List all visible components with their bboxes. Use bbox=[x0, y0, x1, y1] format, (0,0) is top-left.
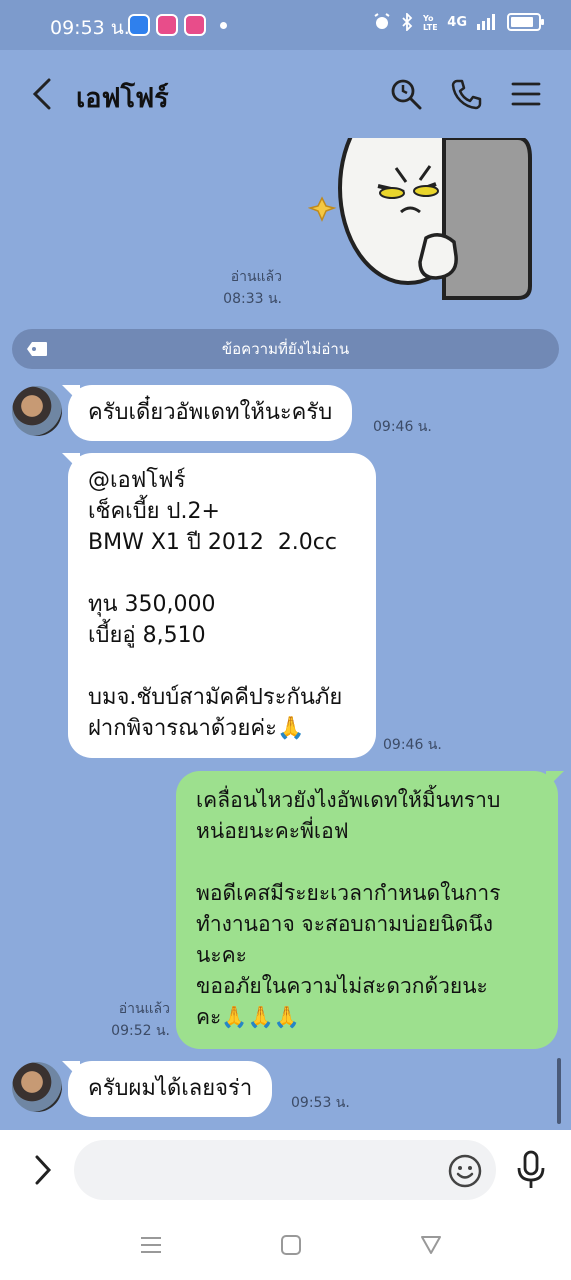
message-input[interactable] bbox=[74, 1140, 496, 1200]
message-time: 09:46 น. bbox=[383, 737, 442, 753]
avatar[interactable] bbox=[12, 1062, 62, 1112]
phone-icon bbox=[451, 79, 482, 110]
home-button[interactable] bbox=[276, 1230, 306, 1260]
read-time: 08:33 น. bbox=[223, 291, 282, 307]
message-time: 09:53 น. bbox=[291, 1095, 350, 1111]
back-icon bbox=[32, 78, 51, 110]
recent-apps-button[interactable] bbox=[136, 1230, 166, 1260]
chevron-right-icon bbox=[35, 1155, 52, 1185]
sticker-read-status: อ่านแล้ว 08:33 น. bbox=[222, 266, 282, 310]
app-notification-icon bbox=[184, 14, 206, 36]
system-icons: Yo LTE 4G bbox=[373, 13, 544, 31]
more-notifications-icon bbox=[220, 21, 227, 29]
triangle-icon bbox=[421, 1236, 441, 1254]
app-notification-icon bbox=[156, 14, 178, 36]
status-bar: 09:53 น. Yo LTE 4G bbox=[0, 0, 571, 50]
menu-icon bbox=[511, 82, 541, 106]
expand-button[interactable] bbox=[28, 1150, 58, 1190]
battery-icon bbox=[507, 13, 544, 31]
network-type: 4G bbox=[447, 14, 467, 30]
notification-icons bbox=[128, 14, 227, 36]
message-bubble[interactable]: ครับเดี๋ยวอัพเดทให้นะครับ bbox=[68, 385, 353, 441]
menu-button[interactable] bbox=[506, 74, 546, 114]
emoji-icon bbox=[448, 1154, 482, 1188]
outgoing-read-status: อ่านแล้ว 09:52 น. bbox=[96, 998, 170, 1042]
message-time: 09:46 น. bbox=[373, 419, 432, 435]
volte-icon: YoLTE bbox=[423, 14, 437, 31]
microphone-icon bbox=[517, 1150, 545, 1188]
voice-button[interactable] bbox=[514, 1150, 548, 1190]
search-button[interactable] bbox=[386, 74, 426, 114]
chat-area[interactable]: อ่านแล้ว 08:33 น. ข้อความที่ยังไม่อ่าน ค… bbox=[0, 138, 571, 1130]
alarm-icon bbox=[374, 13, 390, 29]
back-button[interactable] bbox=[24, 72, 60, 116]
svg-text:LTE: LTE bbox=[423, 23, 437, 31]
unread-label: ข้อความที่ยังไม่อ่าน bbox=[221, 340, 350, 358]
back-nav-button[interactable] bbox=[416, 1230, 446, 1260]
svg-text:Yo: Yo bbox=[423, 14, 434, 23]
system-nav-bar bbox=[0, 1210, 571, 1280]
read-label: อ่านแล้ว bbox=[230, 269, 282, 285]
message-bubble[interactable]: ครับผมได้เลยจร่า bbox=[68, 1061, 273, 1117]
square-icon bbox=[281, 1235, 301, 1255]
emoji-button[interactable] bbox=[448, 1154, 482, 1188]
signal-icon bbox=[477, 14, 495, 30]
call-button[interactable] bbox=[446, 74, 486, 114]
chat-title: เอฟโฟร์ bbox=[76, 83, 169, 114]
moon-sticker-icon bbox=[307, 138, 532, 300]
status-time: 09:53 น. bbox=[50, 17, 130, 39]
avatar[interactable] bbox=[12, 386, 62, 436]
tag-icon bbox=[27, 342, 47, 356]
chat-header: เอฟโฟร์ bbox=[0, 50, 571, 138]
input-bar bbox=[0, 1130, 571, 1210]
unread-divider: ข้อความที่ยังไม่อ่าน bbox=[12, 329, 559, 369]
bluetooth-icon bbox=[402, 13, 413, 31]
message-bubble[interactable]: เคลื่อนไหวยังไงอัพเดทให้มิ้นทราบ หน่อยนะ… bbox=[176, 771, 558, 1049]
chat-scrollbar[interactable] bbox=[557, 1058, 561, 1124]
read-label: อ่านแล้ว bbox=[118, 1001, 170, 1017]
sticker-image[interactable] bbox=[307, 138, 538, 303]
menu-lines-icon bbox=[141, 1237, 161, 1253]
search-icon bbox=[391, 79, 422, 110]
read-time: 09:52 น. bbox=[111, 1023, 170, 1039]
message-bubble[interactable]: @เอฟโฟร์ เช็คเบี้ย ป.2+ BMW X1 ปี 2012 2… bbox=[68, 453, 376, 758]
app-notification-icon bbox=[128, 14, 150, 36]
